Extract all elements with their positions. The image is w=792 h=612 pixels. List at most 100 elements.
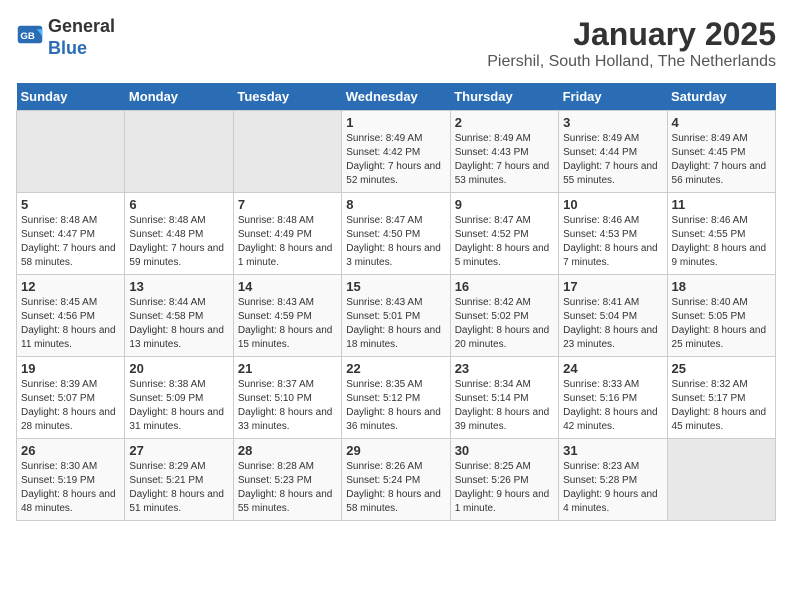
calendar-cell: 14 Sunrise: 8:43 AM Sunset: 4:59 PM Dayli…	[233, 275, 341, 357]
day-number: 4	[672, 115, 771, 130]
calendar-cell: 6 Sunrise: 8:48 AM Sunset: 4:48 PM Daylig…	[125, 193, 233, 275]
calendar-cell: 31Sunrise: 8:23 AM Sunset: 5:28 PM Dayli…	[559, 439, 667, 521]
day-info: Sunrise: 8:46 AM Sunset: 4:53 PM Dayligh…	[563, 214, 662, 270]
calendar-cell: 5 Sunrise: 8:48 AM Sunset: 4:47 PM Daylig…	[17, 193, 125, 275]
day-number: 7	[238, 197, 337, 212]
day-info: Sunrise: 8:48 AM Sunset: 4:48 PM Dayligh…	[129, 214, 228, 270]
day-info: Sunrise: 8:43 AM Sunset: 4:59 PM Dayligh…	[238, 296, 337, 352]
calendar-cell	[17, 111, 125, 193]
day-number: 9	[455, 197, 554, 212]
calendar-cell: 12Sunrise: 8:45 AM Sunset: 4:56 PM Dayli…	[17, 275, 125, 357]
day-info: Sunrise: 8:32 AM Sunset: 5:17 PM Dayligh…	[672, 378, 771, 434]
day-number: 20	[129, 361, 228, 376]
day-number: 27	[129, 443, 228, 458]
calendar-cell: 3Sunrise: 8:49 AM Sunset: 4:44 PM Daylig…	[559, 111, 667, 193]
day-info: Sunrise: 8:42 AM Sunset: 5:02 PM Dayligh…	[455, 296, 554, 352]
calendar-cell: 7 Sunrise: 8:48 AM Sunset: 4:49 PM Daylig…	[233, 193, 341, 275]
day-info: Sunrise: 8:41 AM Sunset: 5:04 PM Dayligh…	[563, 296, 662, 352]
day-info: Sunrise: 8:43 AM Sunset: 5:01 PM Dayligh…	[346, 296, 445, 352]
day-number: 8	[346, 197, 445, 212]
day-info: Sunrise: 8:45 AM Sunset: 4:56 PM Dayligh…	[21, 296, 120, 352]
day-info: Sunrise: 8:28 AM Sunset: 5:23 PM Dayligh…	[238, 460, 337, 516]
day-number: 28	[238, 443, 337, 458]
main-title: January 2025	[487, 16, 776, 53]
calendar-cell: 29 Sunrise: 8:26 AM Sunset: 5:24 PM Dayli…	[342, 439, 450, 521]
calendar-cell: 22Sunrise: 8:35 AM Sunset: 5:12 PM Dayli…	[342, 357, 450, 439]
calendar-cell: 16 Sunrise: 8:42 AM Sunset: 5:02 PM Dayli…	[450, 275, 558, 357]
logo-text: General Blue	[48, 16, 115, 59]
calendar-cell	[233, 111, 341, 193]
day-info: Sunrise: 8:47 AM Sunset: 4:50 PM Dayligh…	[346, 214, 445, 270]
day-number: 25	[672, 361, 771, 376]
calendar-cell: 27 Sunrise: 8:29 AM Sunset: 5:21 PM Dayli…	[125, 439, 233, 521]
calendar-cell: 2Sunrise: 8:49 AM Sunset: 4:43 PM Daylig…	[450, 111, 558, 193]
day-number: 14	[238, 279, 337, 294]
day-info: Sunrise: 8:49 AM Sunset: 4:42 PM Dayligh…	[346, 132, 445, 188]
day-info: Sunrise: 8:33 AM Sunset: 5:16 PM Dayligh…	[563, 378, 662, 434]
day-number: 11	[672, 197, 771, 212]
day-info: Sunrise: 8:47 AM Sunset: 4:52 PM Dayligh…	[455, 214, 554, 270]
day-info: Sunrise: 8:48 AM Sunset: 4:49 PM Dayligh…	[238, 214, 337, 270]
day-number: 6	[129, 197, 228, 212]
calendar-cell: 20Sunrise: 8:38 AM Sunset: 5:09 PM Dayli…	[125, 357, 233, 439]
day-number: 15	[346, 279, 445, 294]
logo-general: General	[48, 16, 115, 38]
day-number: 13	[129, 279, 228, 294]
calendar-cell	[125, 111, 233, 193]
day-number: 30	[455, 443, 554, 458]
day-info: Sunrise: 8:40 AM Sunset: 5:05 PM Dayligh…	[672, 296, 771, 352]
day-number: 29	[346, 443, 445, 458]
header-cell-tuesday: Tuesday	[233, 83, 341, 111]
day-info: Sunrise: 8:26 AM Sunset: 5:24 PM Dayligh…	[346, 460, 445, 516]
header-cell-wednesday: Wednesday	[342, 83, 450, 111]
week-row-1: 1 Sunrise: 8:49 AM Sunset: 4:42 PM Daylig…	[17, 111, 776, 193]
week-row-2: 5 Sunrise: 8:48 AM Sunset: 4:47 PM Daylig…	[17, 193, 776, 275]
day-number: 18	[672, 279, 771, 294]
calendar-cell: 24 Sunrise: 8:33 AM Sunset: 5:16 PM Dayli…	[559, 357, 667, 439]
day-number: 5	[21, 197, 120, 212]
day-info: Sunrise: 8:29 AM Sunset: 5:21 PM Dayligh…	[129, 460, 228, 516]
day-info: Sunrise: 8:25 AM Sunset: 5:26 PM Dayligh…	[455, 460, 554, 516]
day-info: Sunrise: 8:44 AM Sunset: 4:58 PM Dayligh…	[129, 296, 228, 352]
header-cell-sunday: Sunday	[17, 83, 125, 111]
day-number: 1	[346, 115, 445, 130]
calendar-cell: 28 Sunrise: 8:28 AM Sunset: 5:23 PM Dayli…	[233, 439, 341, 521]
calendar-cell: 19Sunrise: 8:39 AM Sunset: 5:07 PM Dayli…	[17, 357, 125, 439]
header-cell-monday: Monday	[125, 83, 233, 111]
page-header: GB General Blue January 2025 Piershil, S…	[16, 16, 776, 71]
header-cell-friday: Friday	[559, 83, 667, 111]
day-number: 24	[563, 361, 662, 376]
header-cell-saturday: Saturday	[667, 83, 775, 111]
logo-icon: GB	[16, 24, 44, 52]
header-row: SundayMondayTuesdayWednesdayThursdayFrid…	[17, 83, 776, 111]
day-number: 23	[455, 361, 554, 376]
logo: GB General Blue	[16, 16, 115, 59]
calendar-cell: 17 Sunrise: 8:41 AM Sunset: 5:04 PM Dayli…	[559, 275, 667, 357]
day-number: 21	[238, 361, 337, 376]
calendar-cell: 8 Sunrise: 8:47 AM Sunset: 4:50 PM Daylig…	[342, 193, 450, 275]
day-number: 3	[563, 115, 662, 130]
svg-text:GB: GB	[20, 30, 34, 41]
week-row-5: 26Sunrise: 8:30 AM Sunset: 5:19 PM Dayli…	[17, 439, 776, 521]
calendar-cell: 18 Sunrise: 8:40 AM Sunset: 5:05 PM Dayli…	[667, 275, 775, 357]
calendar-cell: 15 Sunrise: 8:43 AM Sunset: 5:01 PM Dayli…	[342, 275, 450, 357]
calendar-cell: 23 Sunrise: 8:34 AM Sunset: 5:14 PM Dayli…	[450, 357, 558, 439]
week-row-4: 19Sunrise: 8:39 AM Sunset: 5:07 PM Dayli…	[17, 357, 776, 439]
day-number: 22	[346, 361, 445, 376]
calendar-cell: 1 Sunrise: 8:49 AM Sunset: 4:42 PM Daylig…	[342, 111, 450, 193]
calendar-table: SundayMondayTuesdayWednesdayThursdayFrid…	[16, 83, 776, 521]
day-number: 17	[563, 279, 662, 294]
calendar-cell: 26Sunrise: 8:30 AM Sunset: 5:19 PM Dayli…	[17, 439, 125, 521]
day-number: 16	[455, 279, 554, 294]
calendar-cell: 11 Sunrise: 8:46 AM Sunset: 4:55 PM Dayli…	[667, 193, 775, 275]
day-info: Sunrise: 8:48 AM Sunset: 4:47 PM Dayligh…	[21, 214, 120, 270]
day-info: Sunrise: 8:34 AM Sunset: 5:14 PM Dayligh…	[455, 378, 554, 434]
day-number: 10	[563, 197, 662, 212]
calendar-cell: 21 Sunrise: 8:37 AM Sunset: 5:10 PM Dayli…	[233, 357, 341, 439]
calendar-cell: 4 Sunrise: 8:49 AM Sunset: 4:45 PM Daylig…	[667, 111, 775, 193]
day-info: Sunrise: 8:46 AM Sunset: 4:55 PM Dayligh…	[672, 214, 771, 270]
day-info: Sunrise: 8:37 AM Sunset: 5:10 PM Dayligh…	[238, 378, 337, 434]
title-area: January 2025 Piershil, South Holland, Th…	[487, 16, 776, 71]
calendar-cell: 30 Sunrise: 8:25 AM Sunset: 5:26 PM Dayli…	[450, 439, 558, 521]
day-info: Sunrise: 8:49 AM Sunset: 4:45 PM Dayligh…	[672, 132, 771, 188]
